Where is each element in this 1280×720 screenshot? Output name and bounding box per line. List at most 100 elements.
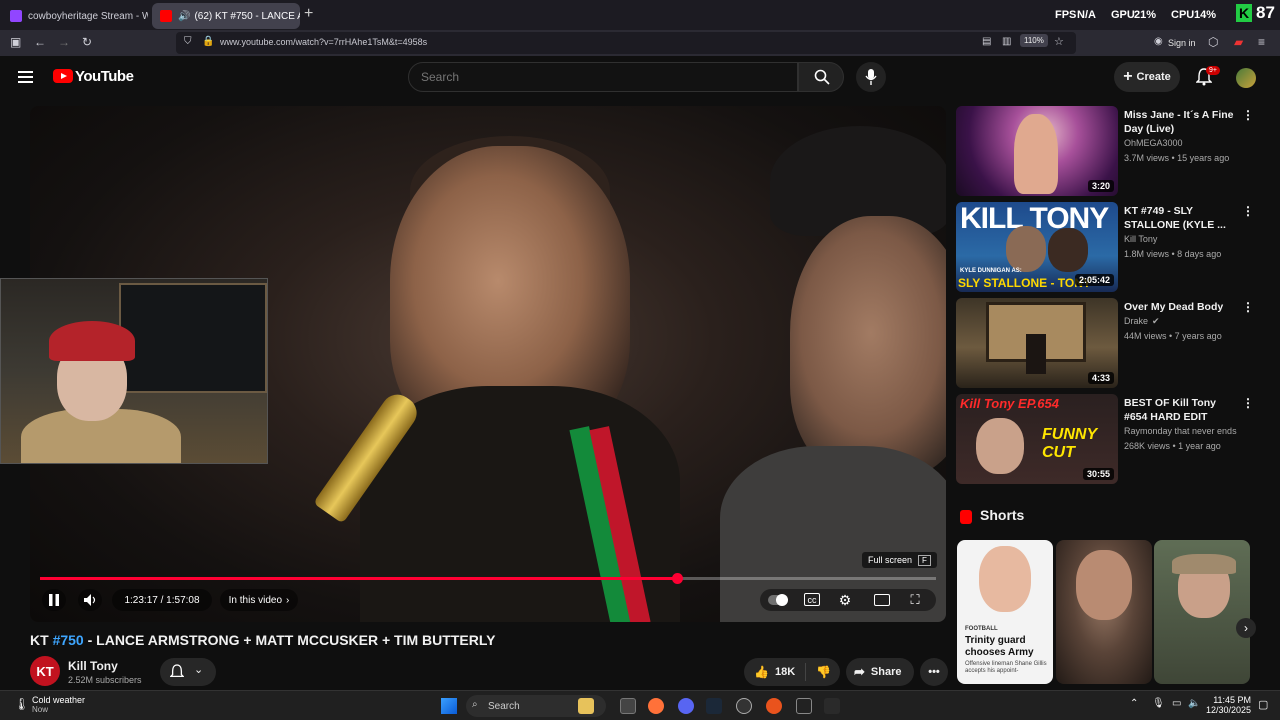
video-title[interactable]: Miss Jane - It´s A Fine Day (Live) <box>1124 108 1240 136</box>
video-meta: 3.7M views • 15 years ago <box>1124 153 1230 163</box>
search-icon <box>814 69 830 85</box>
video-thumbnail[interactable]: KILL TONY KYLE DUNNIGAN AS: SLY STALLONE… <box>956 202 1118 292</box>
shorts-next-button[interactable]: › <box>1236 618 1256 638</box>
voice-search-button[interactable] <box>856 62 886 92</box>
time-separator: / <box>160 594 164 606</box>
settings-gear-icon[interactable]: ⚙ <box>838 592 852 608</box>
reload-icon[interactable]: ↻ <box>82 35 92 49</box>
title-hashtag-link[interactable]: #750 <box>53 632 84 648</box>
share-button[interactable]: ➦ Share <box>846 658 914 686</box>
video-title[interactable]: KT #749 - SLY STALLONE (KYLE ... <box>1124 204 1240 232</box>
microphone-tray-icon[interactable]: 🎙 <box>1152 698 1165 709</box>
sidebar-toggle-icon[interactable]: ▣ <box>10 35 21 49</box>
network-icon[interactable]: ▭ <box>1172 698 1181 709</box>
start-windows-icon[interactable] <box>441 698 457 714</box>
more-vertical-icon[interactable]: ⋮ <box>1242 396 1254 410</box>
channel-name[interactable]: Raymonday that never ends <box>1124 426 1237 436</box>
channel-avatar[interactable]: KT <box>30 656 60 686</box>
theater-mode-icon[interactable] <box>874 594 890 606</box>
url-text[interactable]: www.youtube.com/watch?v=7rrHAhe1TsM&t=49… <box>220 37 427 47</box>
more-actions-button[interactable]: ••• <box>920 658 948 686</box>
menu-icon[interactable]: ≡ <box>1258 35 1265 49</box>
recommendation-item[interactable]: 3:20 Miss Jane - It´s A Fine Day (Live) … <box>956 106 1256 198</box>
lock-icon[interactable]: 🔒 <box>202 36 214 47</box>
speaker-icon[interactable]: 🔊 <box>178 11 190 22</box>
channel-name[interactable]: Kill Tony <box>1124 234 1157 244</box>
discord-icon[interactable] <box>678 698 694 714</box>
extensions-icon[interactable]: ⬡ <box>1208 35 1218 49</box>
search-input[interactable] <box>409 63 797 91</box>
short-item[interactable] <box>1056 540 1152 684</box>
channel-name[interactable]: Drake <box>1124 316 1148 326</box>
shorts-heading: Shorts <box>980 507 1025 523</box>
forward-arrow-icon[interactable]: → <box>58 35 70 49</box>
epic-games-icon[interactable] <box>796 698 812 714</box>
tab-cowboyheritage[interactable]: cowboyheritage Stream - Watch ✕ <box>2 3 148 29</box>
recommendation-item[interactable]: Kill Tony EP.654 FUNNY CUT 30:55 BEST OF… <box>956 394 1256 486</box>
video-thumbnail[interactable]: Kill Tony EP.654 FUNNY CUT 30:55 <box>956 394 1118 484</box>
duration-badge: 4:33 <box>1087 372 1114 384</box>
in-this-video-button[interactable]: In this video › <box>220 589 298 611</box>
bookmark-star-icon[interactable]: ☆ <box>1054 35 1064 48</box>
system-clock[interactable]: 11:45 PM 12/30/2025 <box>1206 695 1251 715</box>
captions-icon[interactable]: cc <box>804 593 820 606</box>
reader-view-icon[interactable]: ▥ <box>1002 36 1011 47</box>
channel-name[interactable]: OhMEGA3000 <box>1124 138 1183 148</box>
short-item[interactable]: FOOTBALL Trinity guard chooses Army Offe… <box>957 540 1053 684</box>
progress-bar[interactable] <box>40 573 936 584</box>
video-title[interactable]: Over My Dead Body <box>1124 300 1240 314</box>
weather-widget[interactable]: Cold weather Now <box>32 695 85 714</box>
account-icon[interactable]: ◉ <box>1154 36 1163 47</box>
zoom-level[interactable]: 110% <box>1020 34 1048 47</box>
youtube-logo-text[interactable]: YouTube <box>75 68 134 85</box>
plus-icon: + <box>1123 68 1133 85</box>
chevron-up-icon[interactable]: ⌃ <box>1130 698 1138 709</box>
more-vertical-icon[interactable]: ⋮ <box>1242 300 1254 314</box>
youtube-logo-icon[interactable] <box>53 69 73 83</box>
video-title[interactable]: BEST OF Kill Tony #654 HARD EDIT <box>1124 396 1240 424</box>
extension-badge-icon[interactable]: ▰ <box>1234 35 1243 49</box>
shorts-icon <box>960 510 972 524</box>
file-explorer-icon[interactable] <box>578 698 594 714</box>
video-thumbnail[interactable]: 4:33 <box>956 298 1118 388</box>
picture-icon[interactable]: ▤ <box>982 36 991 47</box>
fullscreen-tooltip: Full screen F <box>862 552 937 568</box>
shield-icon[interactable]: ⛉ <box>184 36 192 47</box>
firefox-icon[interactable] <box>648 698 664 714</box>
search-button[interactable] <box>798 62 844 92</box>
user-avatar[interactable] <box>1236 68 1256 88</box>
more-vertical-icon[interactable]: ⋮ <box>1242 108 1254 122</box>
hamburger-menu-icon[interactable] <box>18 71 33 83</box>
steam-icon[interactable] <box>706 698 722 714</box>
back-arrow-icon[interactable]: ← <box>34 35 46 49</box>
progress-fill <box>40 577 677 580</box>
k-overlay-icon: K <box>1236 4 1252 22</box>
app-icon[interactable] <box>766 698 782 714</box>
notification-center-icon[interactable]: ▢ <box>1258 698 1268 711</box>
new-tab-button[interactable]: + <box>304 5 313 23</box>
tab-youtube-active[interactable]: 🔊 (62) KT #750 - LANCE ARM ✕ <box>152 3 300 29</box>
recommendation-item[interactable]: 4:33 Over My Dead Body Drake ✔ 44M views… <box>956 298 1256 390</box>
pause-button[interactable] <box>42 589 66 611</box>
autoplay-toggle[interactable] <box>768 593 788 607</box>
recommendation-item[interactable]: KILL TONY KYLE DUNNIGAN AS: SLY STALLONE… <box>956 202 1256 294</box>
dislike-button[interactable]: 👎 <box>806 665 831 679</box>
address-bar[interactable]: ⛉ 🔒 www.youtube.com/watch?v=7rrHAhe1TsM&… <box>176 32 1076 54</box>
video-thumbnail[interactable]: 3:20 <box>956 106 1118 196</box>
channel-name[interactable]: Kill Tony <box>68 659 118 673</box>
create-button[interactable]: + Create <box>1114 62 1180 92</box>
sign-in-link[interactable]: Sign in <box>1168 38 1196 48</box>
short-item[interactable] <box>1154 540 1250 684</box>
subscription-bell-button[interactable]: ⌄ <box>160 658 216 686</box>
volume-icon <box>84 594 96 606</box>
volume-button[interactable] <box>78 589 102 611</box>
fullscreen-icon[interactable]: ⛶ <box>908 592 922 607</box>
more-vertical-icon[interactable]: ⋮ <box>1242 204 1254 218</box>
scrubber-handle[interactable] <box>671 573 683 584</box>
task-view-icon[interactable] <box>620 698 636 714</box>
search-box[interactable] <box>408 62 798 92</box>
speaker-tray-icon[interactable]: 🔈 <box>1188 698 1200 709</box>
like-button[interactable]: 👍 18K <box>744 663 806 681</box>
settings-icon[interactable] <box>736 698 752 714</box>
x-app-icon[interactable] <box>824 698 840 714</box>
